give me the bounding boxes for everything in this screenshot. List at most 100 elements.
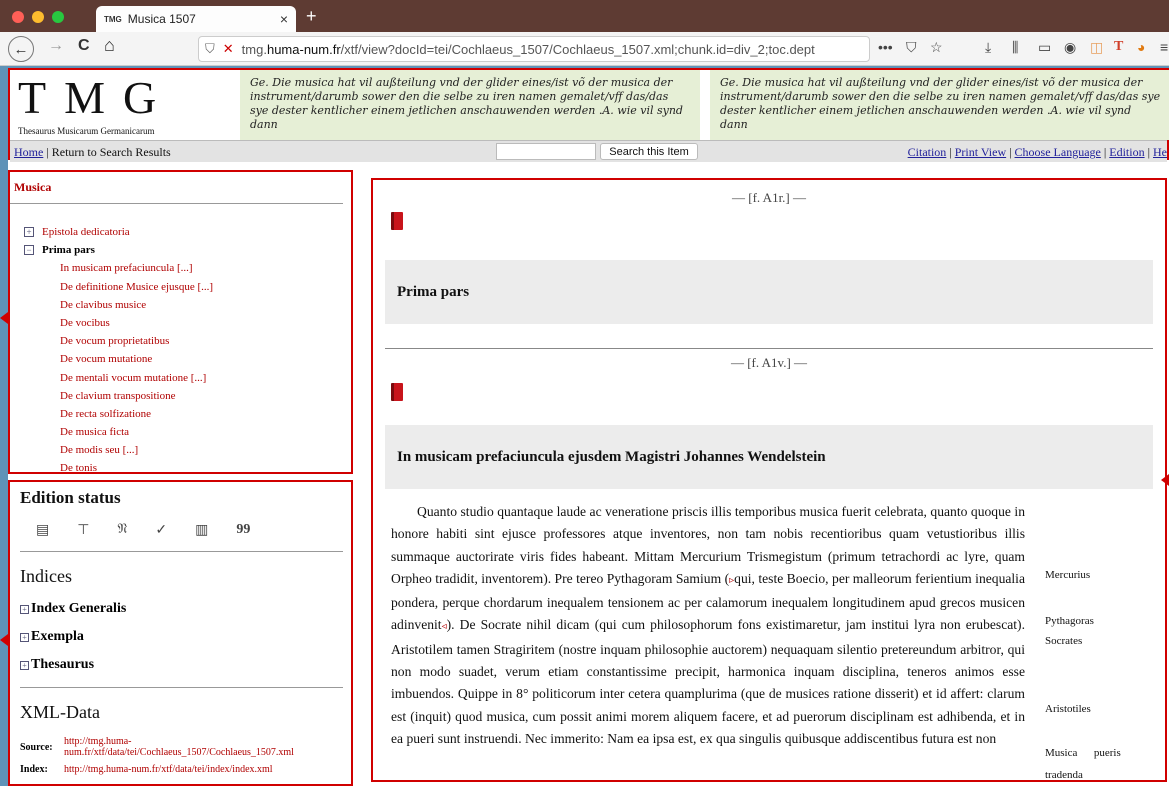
annotation-arrow-icon — [1161, 474, 1169, 486]
search-this-item-button[interactable]: Search this Item — [600, 143, 698, 160]
zoom-window-button[interactable] — [52, 11, 64, 23]
print-view-link[interactable]: Print View — [955, 145, 1006, 159]
menu-separator: | — [946, 145, 955, 159]
toc-item[interactable]: De musica ficta — [24, 426, 351, 444]
bookmark-star-icon[interactable]: ☆ — [930, 39, 943, 56]
toc-item[interactable]: De recta solfizatione — [24, 408, 351, 426]
text-body: Quanto studio quantaque laude ac venerat… — [391, 489, 1153, 780]
structure-icon[interactable]: ⊤ — [77, 522, 89, 539]
facsimile-book-icon[interactable] — [391, 212, 403, 230]
toc-item-label[interactable]: Prima pars — [42, 244, 95, 256]
toc-item[interactable]: In musicam prefaciuncula [...] — [24, 262, 351, 280]
shield-icon[interactable]: ⛉ — [205, 41, 215, 57]
tmg-logo[interactable]: TMG Thesaurus Musicarum Germanicarum — [14, 74, 224, 136]
fraktur-banner-text-1: Ge. Die musica hat vil außteilung vnd de… — [240, 70, 700, 140]
return-to-search-link[interactable]: Return to Search Results — [52, 145, 171, 159]
toc-item-current[interactable]: − Prima pars — [24, 244, 351, 262]
addon-icon[interactable]: ◕ — [1137, 39, 1145, 55]
account-icon[interactable]: ◉ — [1064, 39, 1076, 56]
insecure-lock-icon[interactable]: ✕ — [223, 41, 234, 57]
site-menubar: Home | Return to Search Results Search t… — [10, 140, 1167, 162]
browser-tab[interactable]: TMG Musica 1507 × — [96, 6, 296, 32]
expand-icon[interactable]: + — [24, 227, 34, 237]
exempla-item[interactable]: + Exempla — [20, 623, 343, 651]
toc-item[interactable]: De vocum mutatione — [24, 353, 351, 371]
checkmark-icon[interactable]: ✓ — [155, 522, 167, 539]
index-generalis-label[interactable]: Index Generalis — [31, 601, 126, 617]
url-bar[interactable]: ⛉ ✕ tmg. huma-num.fr/xtf/view?docId=tei/C… — [198, 36, 870, 62]
downloads-icon[interactable]: ⤓ — [985, 39, 991, 56]
close-window-button[interactable] — [12, 11, 24, 23]
expand-icon[interactable]: + — [20, 660, 29, 670]
book-icon[interactable]: ▥ — [195, 522, 208, 539]
tab-title: Musica 1507 — [127, 12, 196, 26]
marginal-note[interactable]: Mercurius — [1045, 569, 1090, 581]
marginal-note[interactable]: tradenda — [1045, 769, 1083, 780]
tab-close-icon[interactable]: × — [280, 11, 288, 27]
forward-button[interactable]: → — [48, 37, 64, 55]
marginal-note[interactable]: Aristotiles — [1045, 703, 1091, 715]
citation-link[interactable]: Citation — [908, 145, 947, 159]
collapse-icon[interactable]: − — [24, 245, 34, 256]
source-link[interactable]: http://tmg.huma-num.fr/xtf/data/tei/Coch… — [64, 736, 343, 758]
banner-top: TMG Thesaurus Musicarum Germanicarum Ge.… — [10, 70, 1169, 140]
home-button[interactable]: ⌂ — [104, 35, 115, 56]
source-row: Source: http://tmg.huma-num.fr/xtf/data/t… — [20, 733, 343, 761]
toc-item[interactable]: De clavibus musice — [24, 299, 351, 317]
extension-icon[interactable]: ◫ — [1090, 39, 1103, 56]
section-heading: Prima pars — [385, 260, 1153, 324]
index-generalis-item[interactable]: + Index Generalis — [20, 595, 343, 623]
sidebar-icon[interactable]: ▭ — [1038, 39, 1051, 56]
choose-language-link[interactable]: Choose Language — [1015, 145, 1101, 159]
page-actions-icon[interactable]: ••• — [878, 39, 893, 55]
window-controls — [12, 11, 64, 23]
toc-item[interactable]: De mentali vocum mutatione [...] — [24, 372, 351, 390]
fraktur-n-icon[interactable]: 𝔑 — [117, 522, 127, 539]
facsimile-book-icon[interactable] — [391, 383, 403, 401]
paragraph-text: ). De Socrate nihil dicam (qui cum philo… — [391, 617, 1025, 746]
thesaurus-label[interactable]: Thesaurus — [31, 657, 94, 673]
library-icon[interactable]: ⫼ — [1012, 39, 1018, 56]
xml-data-heading: XML-Data — [20, 702, 100, 722]
document-icon[interactable]: ▤ — [36, 522, 49, 539]
table-of-contents: Musica + Epistola dedicatoria − Prima pars… — [8, 170, 353, 474]
help-link[interactable]: He — [1153, 145, 1167, 159]
minimize-window-button[interactable] — [32, 11, 44, 23]
edition-link[interactable]: Edition — [1109, 145, 1144, 159]
menu-separator: | — [1144, 145, 1153, 159]
home-link[interactable]: Home — [14, 145, 43, 159]
menu-icon[interactable]: ≡ — [1160, 39, 1168, 55]
fraktur-banner-text-2: Ge. Die musica hat vil außteilung vnd de… — [710, 70, 1169, 140]
section-heading: In musicam prefaciuncula ejusdem Magistr… — [385, 425, 1153, 489]
toc-item[interactable]: De tonis — [24, 462, 351, 474]
index-link[interactable]: http://tmg.huma-num.fr/xtf/data/tei/inde… — [64, 764, 273, 775]
url-path: /xtf/view?docId=tei/Cochlaeus_1507/Cochl… — [340, 41, 815, 57]
search-input[interactable] — [496, 143, 596, 160]
indices-heading: Indices — [20, 566, 72, 586]
pocket-icon[interactable]: ⛉ — [906, 39, 917, 56]
tmg-extension-icon[interactable]: T — [1114, 39, 1123, 55]
toc-item[interactable]: De vocibus — [24, 317, 351, 335]
toc-item[interactable]: De definitione Musice ejusque [...] — [24, 281, 351, 299]
annotation-arrow-icon — [0, 634, 8, 646]
quote-icon[interactable]: 99 — [236, 522, 250, 539]
expand-icon[interactable]: + — [20, 632, 29, 642]
expand-icon[interactable]: + — [20, 604, 29, 614]
thesaurus-item[interactable]: + Thesaurus — [20, 651, 343, 679]
toc-title[interactable]: Musica — [10, 172, 343, 204]
logo-subtitle: Thesaurus Musicarum Germanicarum — [18, 126, 155, 136]
marginal-note[interactable]: Socrates — [1045, 635, 1082, 647]
back-button[interactable]: ← — [8, 36, 34, 62]
toc-item[interactable]: De modis seu [...] — [24, 444, 351, 462]
marginal-note[interactable]: Musica pueris — [1045, 747, 1121, 759]
main-text-panel: — [f. A1r.] — Prima pars — [f. A1v.] — I… — [371, 178, 1167, 782]
toc-item[interactable]: De clavium transpositione — [24, 390, 351, 408]
exempla-label[interactable]: Exempla — [31, 629, 84, 645]
toc-item[interactable]: De vocum proprietatibus — [24, 335, 351, 353]
toc-item-label[interactable]: Epistola dedicatoria — [42, 226, 130, 238]
new-tab-button[interactable]: + — [306, 6, 317, 27]
marginal-note[interactable]: Pythagoras — [1045, 615, 1094, 627]
toc-item[interactable]: + Epistola dedicatoria — [24, 226, 351, 244]
menu-separator: | — [43, 145, 52, 159]
reload-button[interactable]: C — [78, 37, 90, 55]
